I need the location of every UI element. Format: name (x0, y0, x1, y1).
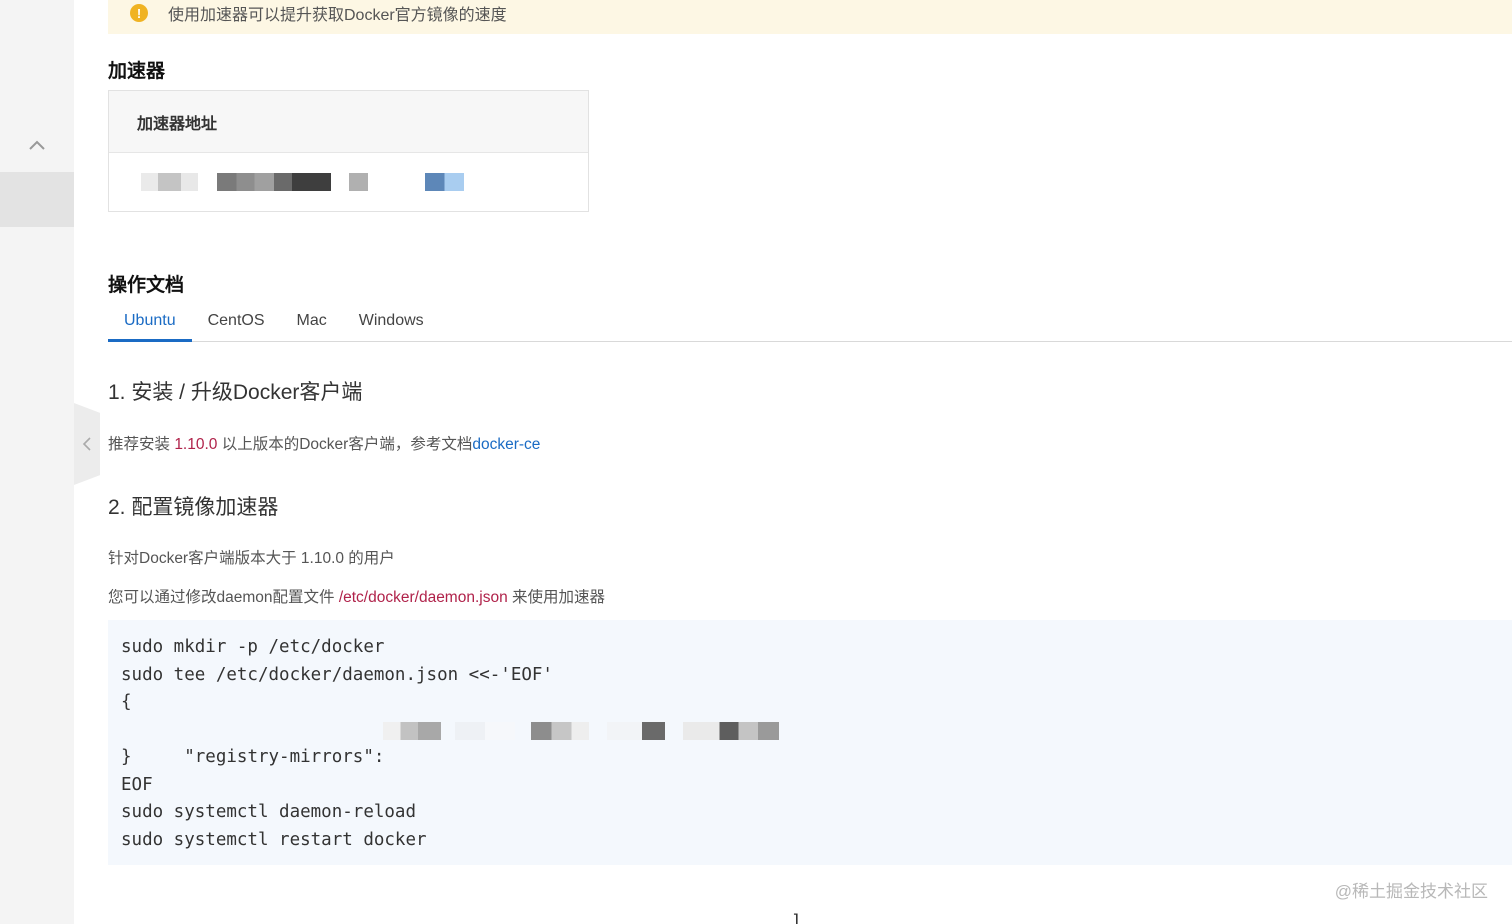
code-line: sudo systemctl daemon-reload (121, 802, 417, 822)
tab-windows[interactable]: Windows (343, 302, 440, 342)
step1-version: 1.10.0 (174, 436, 218, 453)
side-panel-toggle[interactable] (74, 403, 100, 485)
redacted-address (425, 173, 464, 191)
chevron-left-icon (82, 437, 91, 451)
code-line: sudo mkdir -p /etc/docker (121, 637, 385, 657)
step2-line1: 针对Docker客户端版本大于 1.10.0 的用户 (108, 550, 395, 567)
redacted-address (141, 173, 198, 191)
code-line-registry-end: ] (791, 912, 802, 924)
step2-heading: 2. 配置镜像加速器 (108, 496, 279, 519)
code-block[interactable]: sudo mkdir -p /etc/docker sudo tee /etc/… (108, 620, 1512, 924)
redacted-mirror-url (683, 721, 779, 740)
step1-text-mid: 以上版本的Docker客户端，参考文档 (217, 436, 473, 453)
step2-line2-after: 来使用加速器 (507, 589, 606, 606)
code-line: EOF (121, 774, 153, 795)
code-line: sudo tee /etc/docker/daemon.json <<-'EOF… (121, 664, 553, 685)
code-line: { (121, 692, 132, 712)
docs-title: 操作文档 (108, 275, 185, 296)
redacted-mirror-url (383, 721, 441, 740)
redacted-mirror-url (531, 721, 589, 740)
daemon-json-path: /etc/docker/daemon.json (338, 589, 508, 606)
watermark: @稀土掘金技术社区 (1334, 882, 1488, 901)
sidebar-active-item[interactable] (0, 172, 74, 227)
tab-mac[interactable]: Mac (281, 302, 343, 342)
os-tabs: Ubuntu CentOS Mac Windows (108, 302, 1512, 342)
tab-ubuntu[interactable]: Ubuntu (108, 302, 192, 342)
accelerator-address[interactable] (109, 153, 588, 211)
docker-ce-link[interactable]: docker-ce (472, 436, 540, 453)
notice-banner: ! 使用加速器可以提升获取Docker官方镜像的速度 (108, 0, 1512, 34)
accelerator-title: 加速器 (108, 61, 166, 82)
step2-line2: 您可以通过修改daemon配置文件 /etc/docker/daemon.jso… (108, 585, 605, 607)
chevron-up-icon (29, 140, 45, 150)
accelerator-card-header: 加速器地址 (109, 91, 588, 153)
step1-text: 推荐安装 1.10.0 以上版本的Docker客户端，参考文档docker-ce (108, 432, 540, 454)
sidebar (0, 0, 74, 924)
step1-heading: 1. 安装 / 升级Docker客户端 (108, 381, 363, 404)
accelerator-card: 加速器地址 (108, 90, 589, 212)
code-line: sudo systemctl restart docker (121, 829, 427, 850)
notice-text: 使用加速器可以提升获取Docker官方镜像的速度 (168, 7, 507, 24)
code-line: } (121, 747, 132, 767)
warning-icon: ! (130, 4, 148, 22)
redacted-address (217, 173, 331, 191)
step1-text-before: 推荐安装 (108, 436, 175, 453)
code-line-registry: "registry-mirrors": ] (121, 717, 1499, 924)
redacted-mirror-url (607, 721, 665, 740)
redacted-mirror-url (455, 721, 515, 740)
tab-centos[interactable]: CentOS (192, 302, 281, 342)
sidebar-collapse-button[interactable] (0, 120, 74, 170)
redacted-address (349, 173, 368, 191)
step2-line2-before: 您可以通过修改daemon配置文件 (108, 589, 339, 606)
